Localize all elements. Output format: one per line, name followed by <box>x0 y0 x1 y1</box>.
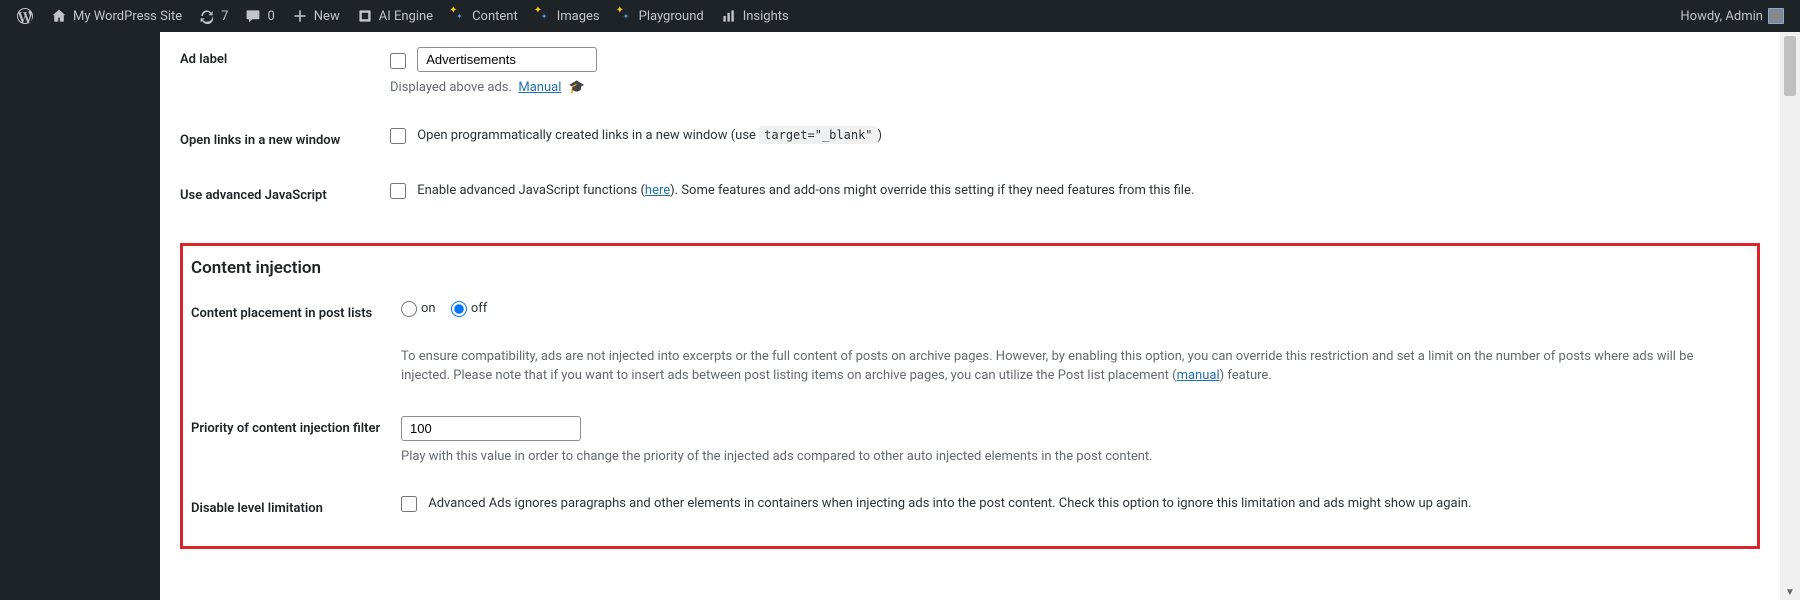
refresh-icon <box>198 7 216 25</box>
ai-engine-label: AI Engine <box>379 9 433 24</box>
ai-content[interactable]: Content <box>441 0 526 32</box>
row-ad-label: Ad label Displayed above ads. Manual 🎓 <box>180 32 1760 113</box>
advanced-js-checkbox[interactable] <box>390 183 406 199</box>
ad-label-input[interactable] <box>417 47 597 72</box>
scrollbar-thumb[interactable] <box>1784 36 1796 96</box>
wp-logo[interactable] <box>8 0 42 32</box>
open-links-checkbox[interactable] <box>390 128 406 144</box>
row-placement: Content placement in post lists on off T… <box>191 286 1749 401</box>
ai-playground[interactable]: Playground <box>608 0 712 32</box>
site-name[interactable]: My WordPress Site <box>42 0 190 32</box>
sparkle-icon <box>616 7 634 25</box>
row-priority: Priority of content injection filter Pla… <box>191 401 1749 482</box>
site-name-label: My WordPress Site <box>73 9 182 24</box>
comments[interactable]: 0 <box>236 0 282 32</box>
content-injection-section: Content injection Content placement in p… <box>180 243 1760 550</box>
priority-title: Priority of content injection filter <box>191 421 380 436</box>
admin-sidebar <box>0 32 160 600</box>
disable-level-desc: Advanced Ads ignores paragraphs and othe… <box>428 496 1471 511</box>
open-links-code: target="_blank" <box>759 126 877 144</box>
ad-label-desc: Displayed above ads. <box>390 80 512 95</box>
scrollbar[interactable]: ▼ <box>1782 32 1798 600</box>
images-label: Images <box>557 9 600 24</box>
placement-on-label[interactable]: on <box>401 301 436 316</box>
bar-chart-icon <box>720 7 738 25</box>
row-open-links: Open links in a new window Open programm… <box>180 113 1760 168</box>
placement-on-radio[interactable] <box>401 301 417 317</box>
advanced-js-desc-after: ). Some features and add-ons might overr… <box>670 183 1194 198</box>
sparkle-icon <box>449 7 467 25</box>
updates[interactable]: 7 <box>190 0 236 32</box>
comments-count: 0 <box>267 9 274 24</box>
placement-off-radio[interactable] <box>451 301 467 317</box>
avatar <box>1768 8 1784 24</box>
comment-icon <box>244 7 262 25</box>
sparkle-icon <box>534 7 552 25</box>
home-icon <box>50 7 68 25</box>
disable-level-checkbox[interactable] <box>401 496 417 512</box>
playground-label: Playground <box>639 9 704 24</box>
placement-off-label[interactable]: off <box>451 301 487 316</box>
disable-level-title: Disable level limitation <box>191 501 323 516</box>
open-links-title: Open links in a new window <box>180 133 340 148</box>
content-label: Content <box>472 9 518 24</box>
placement-manual-link[interactable]: manual <box>1177 368 1220 383</box>
insights-label: Insights <box>743 9 789 24</box>
advanced-js-title: Use advanced JavaScript <box>180 188 327 203</box>
updates-count: 7 <box>221 9 228 24</box>
placement-desc-before: To ensure compatibility, ads are not inj… <box>401 349 1693 384</box>
new-content[interactable]: New <box>283 0 348 32</box>
open-links-desc-after: ) <box>878 128 883 143</box>
priority-desc: Play with this value in order to change … <box>401 447 1739 467</box>
row-disable-level: Disable level limitation Advanced Ads ig… <box>191 481 1749 536</box>
content-injection-heading: Content injection <box>191 246 1749 286</box>
advanced-js-link[interactable]: here <box>645 183 670 198</box>
new-label: New <box>314 9 340 24</box>
priority-input[interactable] <box>401 416 581 441</box>
row-advanced-js: Use advanced JavaScript Enable advanced … <box>180 168 1760 223</box>
graduation-cap-icon: 🎓 <box>569 80 585 95</box>
plus-icon <box>291 7 309 25</box>
ai-images[interactable]: Images <box>526 0 608 32</box>
admin-bar: My WordPress Site 7 0 New AI Engine Cont… <box>0 0 1800 32</box>
advanced-js-desc-before: Enable advanced JavaScript functions ( <box>417 183 645 198</box>
ad-label-manual-link[interactable]: Manual <box>518 80 561 95</box>
open-links-desc-before: Open programmatically created links in a… <box>417 128 759 143</box>
placement-desc-after: ) feature. <box>1220 368 1272 383</box>
my-account[interactable]: Howdy, Admin <box>1672 0 1792 32</box>
scroll-down-icon[interactable]: ▼ <box>1782 587 1798 598</box>
ad-label-title: Ad label <box>180 52 227 67</box>
ai-icon <box>356 7 374 25</box>
ai-engine[interactable]: AI Engine <box>348 0 441 32</box>
settings-content: Ad label Displayed above ads. Manual 🎓 O… <box>160 32 1780 600</box>
insights[interactable]: Insights <box>712 0 797 32</box>
ad-label-checkbox[interactable] <box>390 53 406 69</box>
howdy-label: Howdy, Admin <box>1680 9 1763 24</box>
placement-title: Content placement in post lists <box>191 306 372 321</box>
